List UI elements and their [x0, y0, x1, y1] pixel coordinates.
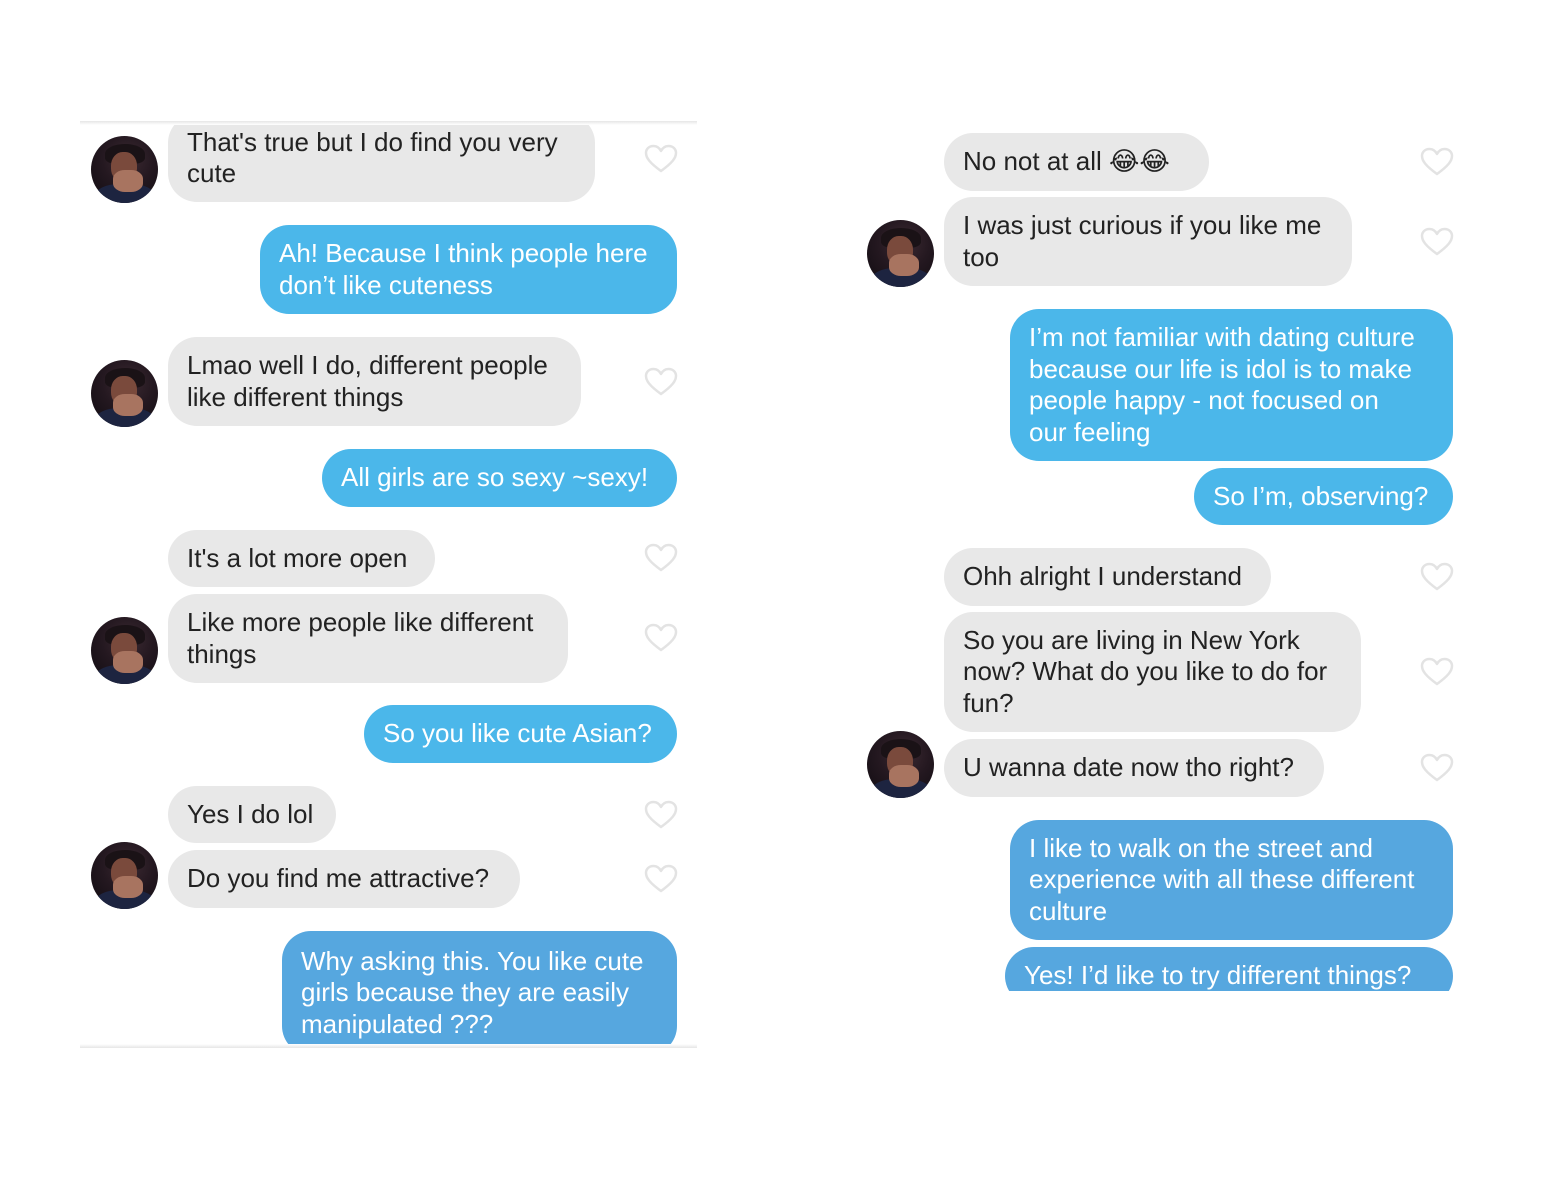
message-bubble-outgoing[interactable]: Why asking this. You like cute girls bec… [282, 931, 677, 1048]
message-bubble-outgoing[interactable]: I’m not familiar with dating culture bec… [1010, 309, 1453, 461]
heart-outline-icon[interactable] [1420, 657, 1454, 687]
message-bubble-incoming[interactable]: Ohh alright I understand [944, 548, 1271, 606]
contact-avatar[interactable] [867, 220, 934, 287]
heart-outline-icon[interactable] [644, 623, 678, 653]
right-conversation-panel: No not at all 😂😂 I was just curious if y… [856, 121, 1476, 991]
message-bubble-incoming[interactable]: I was just curious if you like me too [944, 197, 1352, 286]
message-bubble-incoming[interactable]: No not at all 😂😂 [944, 133, 1209, 191]
message-bubble-incoming[interactable]: That's true but I do find you very cute [168, 121, 595, 202]
message-bubble-incoming[interactable]: Yes I do lol [168, 786, 336, 843]
contact-avatar[interactable] [91, 360, 158, 427]
heart-outline-icon[interactable] [1420, 227, 1454, 257]
message-bubble-outgoing[interactable]: So I’m, observing? [1194, 468, 1453, 525]
message-bubble-outgoing[interactable]: Ah! Because I think people here don’t li… [260, 225, 677, 314]
message-bubble-incoming[interactable]: Do you find me attractive? [168, 850, 520, 908]
heart-outline-icon[interactable] [1420, 562, 1454, 592]
contact-avatar[interactable] [91, 842, 158, 909]
contact-avatar[interactable] [91, 136, 158, 203]
heart-outline-icon[interactable] [644, 800, 678, 830]
message-bubble-incoming[interactable]: Like more people like different things [168, 594, 568, 683]
heart-outline-icon[interactable] [1420, 753, 1454, 783]
contact-avatar[interactable] [867, 731, 934, 798]
left-conversation-panel: That's true but I do find you very cute … [80, 121, 697, 1048]
contact-avatar[interactable] [91, 617, 158, 684]
message-bubble-incoming[interactable]: Lmao well I do, different people like di… [168, 337, 581, 426]
heart-outline-icon[interactable] [644, 144, 678, 174]
message-bubble-outgoing[interactable]: I like to walk on the street and experie… [1010, 820, 1453, 940]
message-bubble-incoming[interactable]: So you are living in New York now? What … [944, 612, 1361, 732]
message-bubble-incoming[interactable]: It's a lot more open [168, 530, 435, 587]
message-bubble-outgoing[interactable]: All girls are so sexy ~sexy! [322, 449, 677, 507]
message-bubble-outgoing[interactable]: So you like cute Asian? [364, 705, 677, 763]
heart-outline-icon[interactable] [644, 543, 678, 573]
heart-outline-icon[interactable] [1420, 147, 1454, 177]
heart-outline-icon[interactable] [644, 367, 678, 397]
heart-outline-icon[interactable] [644, 864, 678, 894]
message-bubble-incoming[interactable]: U wanna date now tho right? [944, 739, 1324, 797]
message-bubble-outgoing[interactable]: Yes! I’d like to try different things? [1005, 947, 1453, 991]
